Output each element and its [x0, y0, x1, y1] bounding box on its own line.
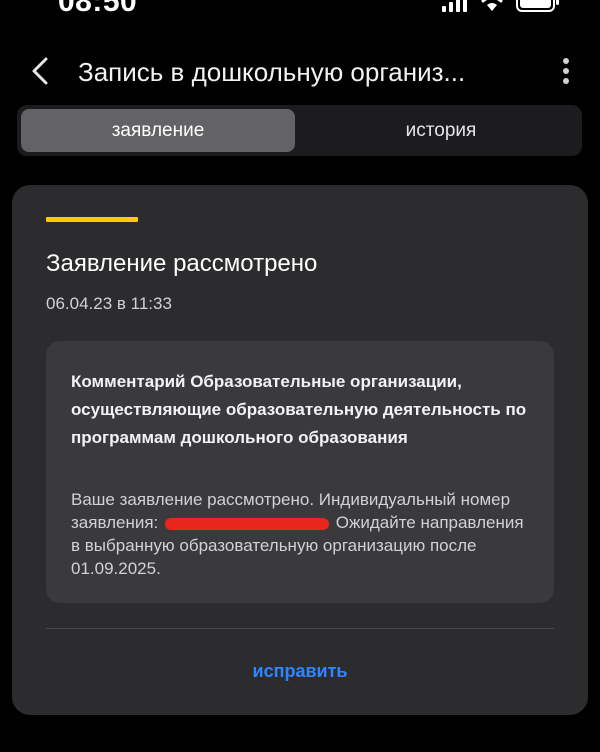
page-title: Запись в дошкольную организ...: [78, 57, 466, 87]
status-time: 08:50: [58, 0, 138, 18]
status-date: 06.04.23 в 11:33: [46, 294, 172, 313]
edit-button[interactable]: исправить: [12, 659, 588, 683]
status-icons: [442, 0, 560, 12]
tab-history[interactable]: история: [304, 109, 578, 152]
comment-title: Комментарий Образовательные организации,…: [71, 372, 527, 447]
wifi-icon: [481, 0, 503, 11]
divider: [46, 628, 554, 629]
status-bar: 08:50: [0, 0, 600, 26]
segmented-control: заявление история: [17, 105, 582, 156]
application-status-card: Заявление рассмотрено 06.04.23 в 11:33 К…: [12, 185, 588, 715]
chevron-left-icon[interactable]: [28, 56, 54, 86]
battery-icon: [516, 0, 559, 12]
comment-body: Ваше заявление рассмотрено. Индивидуальн…: [71, 488, 531, 580]
nav-header: Запись в дошкольную организ...: [0, 46, 600, 98]
redaction-mark: [165, 517, 330, 530]
more-vertical-icon[interactable]: [560, 56, 572, 86]
tab-application[interactable]: заявление: [21, 109, 295, 152]
cellular-signal-icon: [442, 0, 467, 12]
status-title: Заявление рассмотрено: [46, 250, 318, 277]
status-accent-bar: [46, 217, 138, 222]
comment-box: Комментарий Образовательные организации,…: [46, 341, 554, 603]
